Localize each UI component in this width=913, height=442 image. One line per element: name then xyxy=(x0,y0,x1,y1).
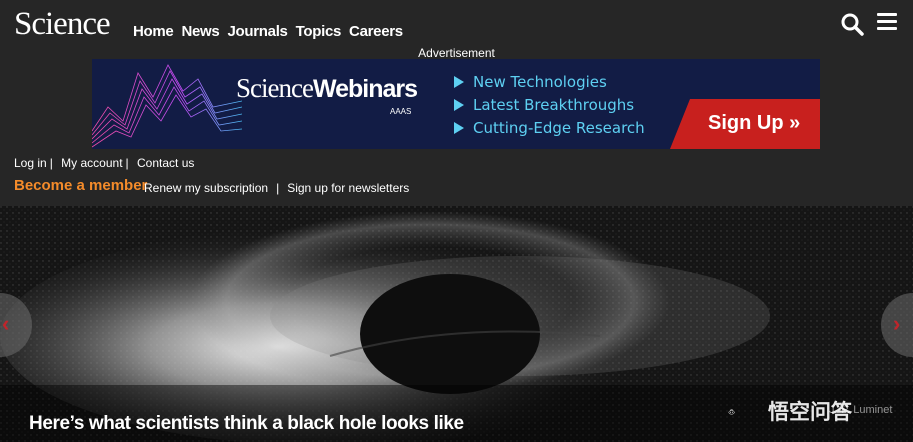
nav-topics[interactable]: Topics xyxy=(296,23,342,40)
wukong-watermark-icon xyxy=(728,409,735,415)
member-links: Renew my subscription | Sign up for newsle… xyxy=(144,181,410,195)
renew-subscription-link[interactable]: Renew my subscription xyxy=(144,181,268,195)
chevron-right-icon: › xyxy=(893,311,901,336)
play-triangle-icon xyxy=(454,99,464,111)
ad-signup-label[interactable]: Sign Up » xyxy=(708,112,800,135)
nav-news[interactable]: News xyxy=(181,23,219,40)
hero-caption[interactable]: Here’s what scientists think a black hol… xyxy=(29,413,464,435)
image-credit: J.-P. Luminet xyxy=(829,404,893,416)
main-nav: Home News Journals Topics Careers xyxy=(133,23,411,40)
ad-brand: ScienceWebinars xyxy=(236,73,418,103)
ad-list-item: Cutting-Edge Research xyxy=(454,117,645,140)
chevron-left-icon: ‹ xyxy=(2,311,10,336)
become-member-link[interactable]: Become a member xyxy=(14,177,147,194)
play-triangle-icon xyxy=(454,76,464,88)
search-icon[interactable] xyxy=(840,12,864,36)
my-account-link[interactable]: My account xyxy=(61,156,122,170)
contact-us-link[interactable]: Contact us xyxy=(137,156,194,170)
nav-careers[interactable]: Careers xyxy=(349,23,403,40)
account-links: Log in | My account | Contact us xyxy=(14,156,195,170)
hamburger-menu-icon[interactable] xyxy=(877,13,897,31)
ad-banner[interactable]: ScienceWebinars AAAS New Technologies La… xyxy=(92,59,820,149)
ad-list-item: Latest Breakthroughs xyxy=(454,94,645,117)
science-logo[interactable]: Science xyxy=(14,6,111,43)
newsletter-signup-link[interactable]: Sign up for newsletters xyxy=(287,181,409,195)
login-link[interactable]: Log in xyxy=(14,156,47,170)
nav-journals[interactable]: Journals xyxy=(227,23,287,40)
ad-list: New Technologies Latest Breakthroughs Cu… xyxy=(454,71,645,140)
play-triangle-icon xyxy=(454,122,464,134)
nav-home[interactable]: Home xyxy=(133,23,174,40)
ad-signup-cut xyxy=(670,99,690,149)
ad-list-item: New Technologies xyxy=(454,71,645,94)
ad-aaas-logo: AAAS xyxy=(390,107,412,116)
advertisement-label: Advertisement xyxy=(418,46,495,60)
ad-artwork xyxy=(92,64,242,149)
